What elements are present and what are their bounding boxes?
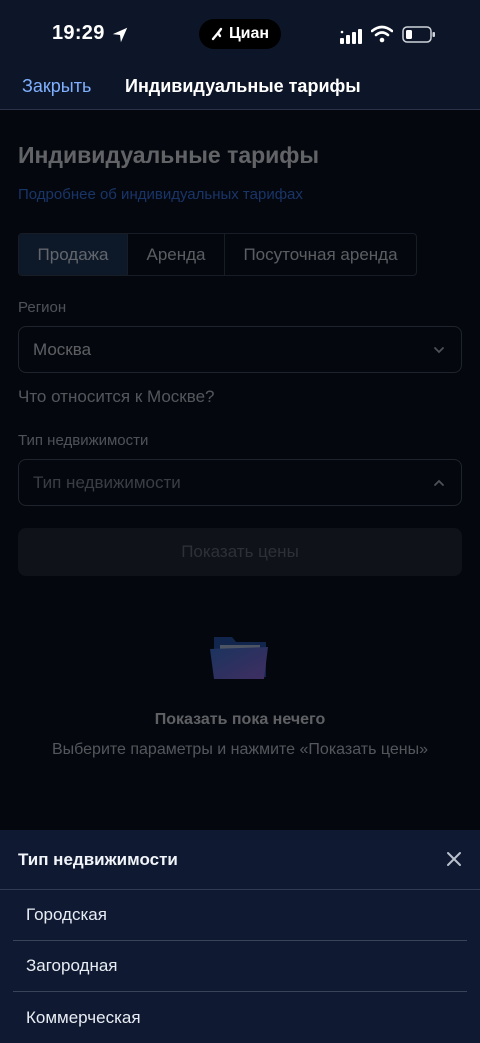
main-content: Индивидуальные тарифы Подробнее об индив… [0,110,480,830]
page-title: Индивидуальные тарифы [18,142,320,168]
cian-logo-icon [211,27,223,41]
status-bar: 19:29 Циан [0,0,480,68]
tab-daily-rent[interactable]: Посуточная аренда [225,234,416,275]
tab-sale[interactable]: Продажа [19,234,128,275]
option-urban[interactable]: Городская [13,890,467,941]
tab-rent[interactable]: Аренда [128,234,225,275]
wifi-icon [371,25,393,43]
empty-state-title: Показать пока нечего [154,711,326,728]
option-suburban[interactable]: Загородная [13,941,467,992]
close-button[interactable]: Закрыть [22,76,91,97]
location-arrow-icon [112,27,128,43]
property-type-label: Тип недвижимости [18,432,149,449]
region-value: Москва [33,339,92,359]
deal-type-tabs: Продажа Аренда Посуточная аренда [18,233,417,276]
option-commercial[interactable]: Коммерческая [13,992,467,1043]
signal-icon [340,29,362,44]
nav-title: Индивидуальные тарифы [125,76,361,96]
navbar: Закрыть Индивидуальные тарифы [0,68,480,110]
status-time: 19:29 [52,22,105,44]
region-info-link[interactable]: Что относится к Москве? [18,387,215,407]
close-icon[interactable] [446,851,462,867]
folder-icon [210,637,268,679]
empty-state-subtitle: Выберите параметры и нажмите «Показать ц… [51,741,428,758]
property-type-sheet: Тип недвижимости Городская Загородная Ко… [0,830,480,1043]
property-type-placeholder: Тип недвижимости [33,472,181,492]
show-prices-button[interactable]: Показать цены [18,528,462,576]
region-label: Регион [18,299,67,316]
chevron-up-icon [434,479,444,486]
sheet-title: Тип недвижимости [18,850,178,869]
battery-icon [402,26,435,43]
app-pill-label: Циан [228,25,270,42]
more-info-link[interactable]: Подробнее об индивидуальных тарифах [18,186,303,203]
chevron-down-icon [434,347,444,354]
property-type-select[interactable]: Тип недвижимости [18,459,462,506]
app-pill[interactable]: Циан [199,19,281,49]
region-select[interactable]: Москва [18,326,462,373]
